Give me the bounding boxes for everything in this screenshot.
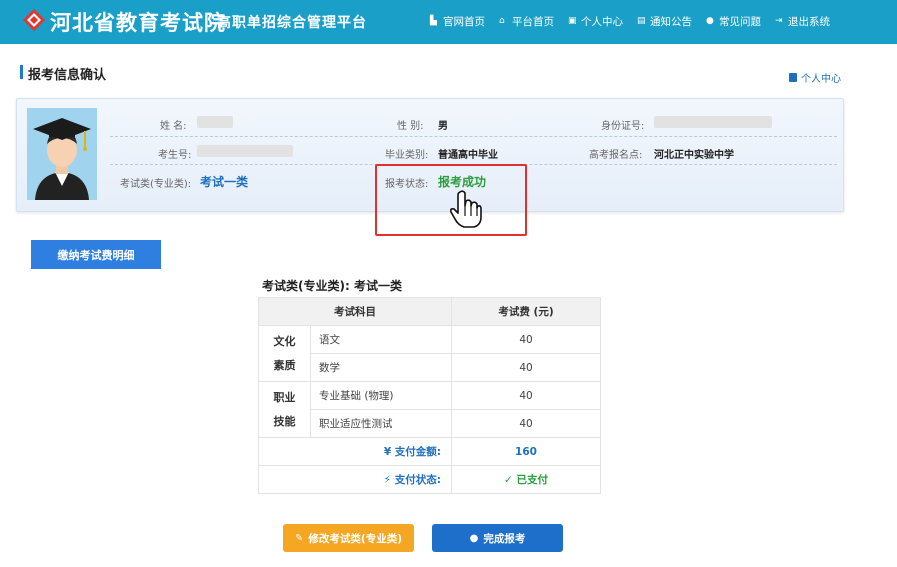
nav-label: 通知公告 — [650, 16, 692, 28]
info-row-divider — [110, 136, 837, 137]
site-subtitle: 高职单招综合管理平台 — [217, 15, 367, 31]
exam-category-value: 考试一类 — [200, 175, 249, 189]
title-accent-bar — [20, 65, 23, 79]
nav-notices[interactable]: ▤ 通知公告 — [637, 14, 692, 29]
nav-personal-center[interactable]: ▣ 个人中心 — [568, 14, 623, 29]
hand-pointer-icon — [450, 190, 482, 228]
home-icon: ⌂ — [499, 16, 505, 26]
top-nav: ▙ 官网首页 ⌂ 平台首页 ▣ 个人中心 ▤ 通知公告 ● 常见问题 ⇥ 退出系统 — [430, 14, 844, 29]
check-circle-icon: ● — [469, 532, 479, 544]
fee-cell: 40 — [451, 409, 601, 438]
nav-label: 退出系统 — [788, 16, 830, 28]
fee-cell: 40 — [451, 381, 601, 410]
nav-label: 常见问题 — [719, 16, 761, 28]
table-row: 职业技能 专业基础 (物理) 40 — [258, 381, 601, 438]
total-amount-value: 160 — [451, 437, 601, 466]
pay-status-label: ⚡ 支付状态: — [258, 465, 452, 494]
pay-status-row: ⚡ 支付状态: ✓ 已支付 — [258, 465, 601, 494]
table-row: 职业适应性测试 40 — [259, 409, 601, 438]
logout-icon: ⇥ — [775, 16, 783, 26]
page-title: 报考信息确认 — [28, 68, 107, 83]
subject-column-header: 考试科目 — [258, 297, 452, 326]
logo-icon — [23, 9, 45, 31]
exam-category-label: 考试类(专业类): — [120, 179, 192, 190]
avatar — [27, 108, 97, 200]
nav-platform-home[interactable]: ⌂ 平台首页 — [499, 14, 554, 29]
total-row: ¥ 支付金额: 160 — [258, 437, 601, 466]
fee-cell: 40 — [451, 353, 601, 382]
fee-table-title: 考试类(专业类): 考试一类 — [262, 279, 402, 293]
gender-value: 男 — [438, 121, 448, 132]
nav-label: 官网首页 — [443, 16, 485, 28]
id-number-label: 身份证号: — [601, 121, 645, 132]
finish-registration-button[interactable]: ● 完成报考 — [432, 524, 563, 552]
category-label: 职业 — [273, 390, 296, 404]
pay-status-value: ✓ 已支付 — [451, 465, 601, 494]
building-icon: ▙ — [430, 16, 437, 26]
nav-logout[interactable]: ⇥ 退出系统 — [775, 14, 830, 29]
modify-category-button[interactable]: ✎ 修改考试类(专业类) — [283, 524, 414, 552]
id-number-value-redacted — [654, 116, 772, 128]
nav-label: 平台首页 — [512, 16, 554, 28]
user-card-icon: ▣ — [568, 16, 577, 26]
category-label: 文化 — [273, 334, 296, 348]
category-cell-culture: 文化 素质 — [258, 325, 311, 382]
category-label: 技能 — [273, 414, 296, 428]
chat-icon: ● — [706, 16, 714, 26]
exam-site-label: 高考报名点: — [589, 150, 643, 161]
edit-icon: ✎ — [295, 532, 304, 544]
fee-column-header: 考试费 (元) — [451, 297, 601, 326]
exam-number-label: 考生号: — [158, 150, 192, 161]
site-title: 河北省教育考试院 — [50, 10, 226, 35]
table-row: 文化素质 语文 40 — [258, 325, 601, 382]
pay-fee-detail-button[interactable]: 缴纳考试费明细 — [31, 240, 161, 269]
subject-cell: 语文 — [310, 325, 452, 354]
graduation-type-label: 毕业类别: — [385, 150, 429, 161]
top-header: 河北省教育考试院 高职单招综合管理平台 ▙ 官网首页 ⌂ 平台首页 ▣ 个人中心 ▤ 通… — [0, 0, 897, 44]
graduate-avatar-icon — [27, 108, 97, 200]
subject-cell: 数学 — [310, 353, 452, 382]
category-cell-vocational: 职业 技能 — [258, 381, 311, 438]
fee-table: 考试科目 考试费 (元) 文化素质 语文 40 数学 40 职业技能 专业基础 … — [258, 297, 601, 494]
category-label: 素质 — [273, 358, 296, 372]
finish-button-label: 完成报考 — [483, 532, 526, 545]
subject-cell: 专业基础 (物理) — [310, 381, 452, 410]
personal-center-link[interactable]: 个人中心 — [789, 70, 841, 85]
personal-center-label: 个人中心 — [801, 74, 841, 85]
nav-label: 个人中心 — [581, 16, 623, 28]
graduation-type-value: 普通高中毕业 — [438, 150, 498, 161]
gender-label: 性 别: — [397, 121, 424, 132]
exam-site-value: 河北正中实验中学 — [654, 150, 734, 161]
nav-official-home[interactable]: ▙ 官网首页 — [430, 14, 485, 29]
user-card-icon — [789, 73, 797, 82]
modify-button-label: 修改考试类(专业类) — [308, 532, 402, 545]
nav-faq[interactable]: ● 常见问题 — [706, 14, 761, 29]
name-value-redacted — [197, 116, 233, 128]
fee-cell: 40 — [451, 325, 601, 354]
table-row: 数学 40 — [259, 353, 601, 382]
subject-cell: 职业适应性测试 — [310, 409, 452, 438]
table-header-row: 考试科目 考试费 (元) — [258, 297, 601, 326]
name-label: 姓 名: — [160, 121, 187, 132]
total-amount-label: ¥ 支付金额: — [258, 437, 452, 466]
notice-icon: ▤ — [637, 16, 646, 26]
exam-number-value-redacted — [197, 145, 293, 157]
